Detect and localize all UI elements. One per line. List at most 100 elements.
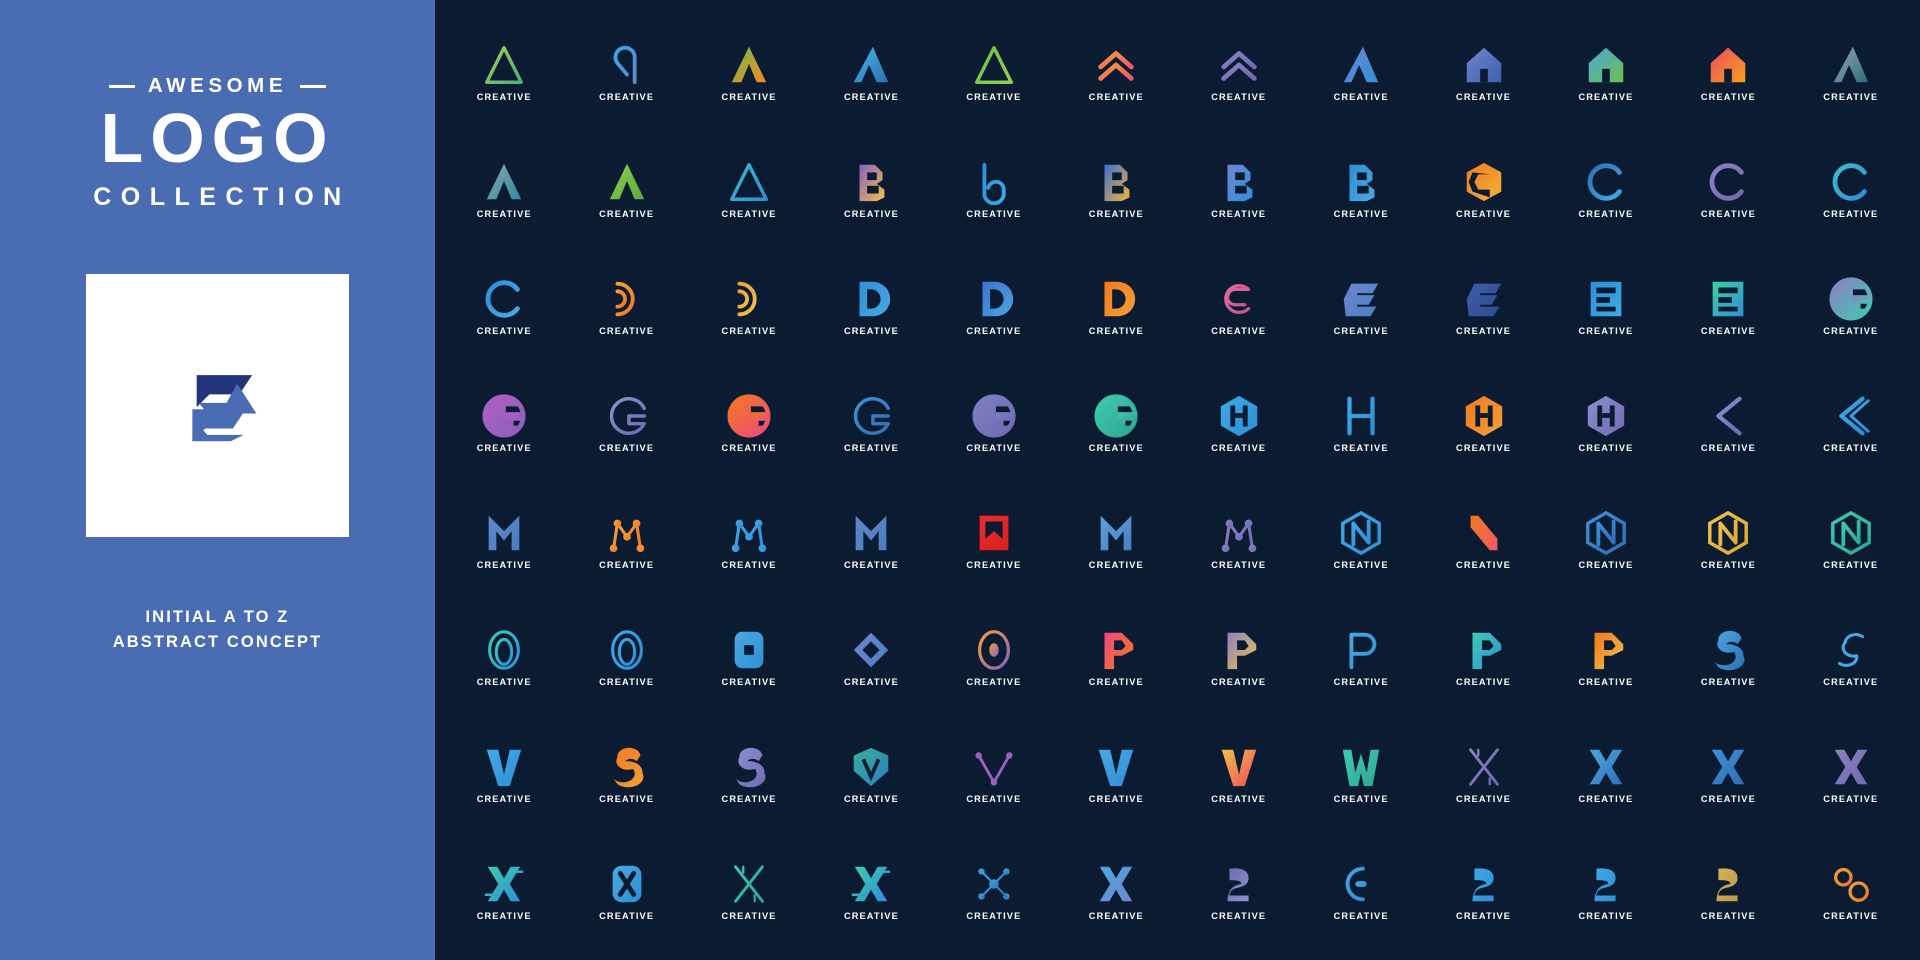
logo-card-a-5[interactable]: CREATIVE: [933, 14, 1055, 131]
logo-card-g-36[interactable]: CREATIVE: [1790, 248, 1912, 365]
sidebar-panel: AWESOME LOGO COLLECTION INITIAL A TO Z A…: [0, 0, 435, 960]
logo-card-s-71[interactable]: CREATIVE: [1667, 599, 1789, 716]
logo-card-x-86[interactable]: CREATIVE: [565, 833, 687, 950]
logo-card-o-62[interactable]: CREATIVE: [565, 599, 687, 716]
logo-card-a-10[interactable]: CREATIVE: [1545, 14, 1667, 131]
logo-card-b-20[interactable]: CREATIVE: [1300, 131, 1422, 248]
logo-card-v-76[interactable]: CREATIVE: [810, 716, 932, 833]
logo-card-x-90[interactable]: CREATIVE: [1055, 833, 1177, 950]
logo-card-z-93[interactable]: CREATIVE: [1422, 833, 1544, 950]
logo-card-p-68[interactable]: CREATIVE: [1300, 599, 1422, 716]
logo-card-a-3[interactable]: CREATIVE: [688, 14, 810, 131]
logo-card-m-52[interactable]: CREATIVE: [810, 482, 932, 599]
logo-card-o-61[interactable]: CREATIVE: [443, 599, 565, 716]
logo-card-a-15[interactable]: CREATIVE: [688, 131, 810, 248]
logo-card-o-64[interactable]: CREATIVE: [810, 599, 932, 716]
logo-card-z-94[interactable]: CREATIVE: [1545, 833, 1667, 950]
logo-card-v-73[interactable]: CREATIVE: [443, 716, 565, 833]
logo-card-c-23[interactable]: CREATIVE: [1667, 131, 1789, 248]
logo-card-a-14[interactable]: CREATIVE: [565, 131, 687, 248]
logo-card-a-4[interactable]: CREATIVE: [810, 14, 932, 131]
logo-card-a-12[interactable]: CREATIVE: [1790, 14, 1912, 131]
logo-card-n-58[interactable]: CREATIVE: [1545, 482, 1667, 599]
logo-card-z-95[interactable]: CREATIVE: [1667, 833, 1789, 950]
logo-card-k-48[interactable]: CREATIVE: [1790, 365, 1912, 482]
logo-card-k-47[interactable]: CREATIVE: [1667, 365, 1789, 482]
stripe-orange-icon: [1583, 627, 1629, 673]
logo-card-e-33[interactable]: CREATIVE: [1422, 248, 1544, 365]
logo-card-g-38[interactable]: CREATIVE: [565, 365, 687, 482]
logo-card-g-41[interactable]: CREATIVE: [933, 365, 1055, 482]
logo-card-s-74[interactable]: CREATIVE: [565, 716, 687, 833]
logo-card-d-29[interactable]: CREATIVE: [933, 248, 1055, 365]
logo-card-a-9[interactable]: CREATIVE: [1422, 14, 1544, 131]
logo-card-x-84[interactable]: CREATIVE: [1790, 716, 1912, 833]
logo-card-d-30[interactable]: CREATIVE: [1055, 248, 1177, 365]
logo-card-v-79[interactable]: CREATIVE: [1177, 716, 1299, 833]
logo-card-n-56[interactable]: CREATIVE: [1300, 482, 1422, 599]
logo-card-a-6[interactable]: CREATIVE: [1055, 14, 1177, 131]
logo-card-z-91[interactable]: CREATIVE: [1177, 833, 1299, 950]
logo-card-h-46[interactable]: CREATIVE: [1545, 365, 1667, 482]
logo-card-x-89[interactable]: CREATIVE: [933, 833, 1055, 950]
logo-card-v-77[interactable]: CREATIVE: [933, 716, 1055, 833]
logo-card-a-11[interactable]: CREATIVE: [1667, 14, 1789, 131]
logo-card-c-22[interactable]: CREATIVE: [1545, 131, 1667, 248]
logo-card-e-35[interactable]: CREATIVE: [1667, 248, 1789, 365]
logo-card-a-1[interactable]: CREATIVE: [443, 14, 565, 131]
logo-card-z-92[interactable]: CREATIVE: [1300, 833, 1422, 950]
logo-card-d-28[interactable]: CREATIVE: [810, 248, 932, 365]
logo-word-label: CREATIVE: [1456, 443, 1512, 454]
logo-card-m-53[interactable]: CREATIVE: [933, 482, 1055, 599]
logo-card-s-75[interactable]: CREATIVE: [688, 716, 810, 833]
logo-card-m-51[interactable]: CREATIVE: [688, 482, 810, 599]
logo-card-p-70[interactable]: CREATIVE: [1545, 599, 1667, 716]
logo-card-m-50[interactable]: CREATIVE: [565, 482, 687, 599]
logo-card-a-8[interactable]: CREATIVE: [1300, 14, 1422, 131]
logo-card-o-65[interactable]: CREATIVE: [933, 599, 1055, 716]
logo-card-n-59[interactable]: CREATIVE: [1667, 482, 1789, 599]
logo-card-x-88[interactable]: CREATIVE: [810, 833, 932, 950]
logo-card-a-7[interactable]: CREATIVE: [1177, 14, 1299, 131]
logo-card-x-82[interactable]: CREATIVE: [1545, 716, 1667, 833]
logo-card-m-49[interactable]: CREATIVE: [443, 482, 565, 599]
logo-card-e-32[interactable]: CREATIVE: [1300, 248, 1422, 365]
logo-card-m-54[interactable]: CREATIVE: [1055, 482, 1177, 599]
logo-card-p-67[interactable]: CREATIVE: [1177, 599, 1299, 716]
logo-word-label: CREATIVE: [843, 677, 899, 688]
logo-card-x-85[interactable]: CREATIVE: [443, 833, 565, 950]
logo-card-a-2[interactable]: CREATIVE: [565, 14, 687, 131]
logo-card-b-19[interactable]: CREATIVE: [1177, 131, 1299, 248]
logo-card-n-57[interactable]: CREATIVE: [1422, 482, 1544, 599]
logo-card-c-25[interactable]: CREATIVE: [443, 248, 565, 365]
logo-card-w-80[interactable]: CREATIVE: [1300, 716, 1422, 833]
logo-card-d-27[interactable]: CREATIVE: [688, 248, 810, 365]
logo-card-c-21[interactable]: CREATIVE: [1422, 131, 1544, 248]
logo-card-h-44[interactable]: CREATIVE: [1300, 365, 1422, 482]
logo-card-x-87[interactable]: CREATIVE: [688, 833, 810, 950]
logo-card-g-39[interactable]: CREATIVE: [688, 365, 810, 482]
logo-card-m-55[interactable]: CREATIVE: [1177, 482, 1299, 599]
logo-card-e-34[interactable]: CREATIVE: [1545, 248, 1667, 365]
logo-card-s-72[interactable]: CREATIVE: [1790, 599, 1912, 716]
logo-card-x-81[interactable]: CREATIVE: [1422, 716, 1544, 833]
logo-card-g-42[interactable]: CREATIVE: [1055, 365, 1177, 482]
logo-card-b-17[interactable]: CREATIVE: [933, 131, 1055, 248]
logo-card-c-24[interactable]: CREATIVE: [1790, 131, 1912, 248]
logo-card-g-37[interactable]: CREATIVE: [443, 365, 565, 482]
logo-card-g-40[interactable]: CREATIVE: [810, 365, 932, 482]
logo-card-b-18[interactable]: CREATIVE: [1055, 131, 1177, 248]
logo-card-p-66[interactable]: CREATIVE: [1055, 599, 1177, 716]
logo-card-x-83[interactable]: CREATIVE: [1667, 716, 1789, 833]
logo-card-v-78[interactable]: CREATIVE: [1055, 716, 1177, 833]
logo-card-h-43[interactable]: CREATIVE: [1177, 365, 1299, 482]
logo-card-o-63[interactable]: CREATIVE: [688, 599, 810, 716]
logo-card-z-96[interactable]: CREATIVE: [1790, 833, 1912, 950]
logo-card-b-16[interactable]: CREATIVE: [810, 131, 932, 248]
logo-card-h-45[interactable]: CREATIVE: [1422, 365, 1544, 482]
logo-card-n-60[interactable]: CREATIVE: [1790, 482, 1912, 599]
logo-card-a-13[interactable]: CREATIVE: [443, 131, 565, 248]
logo-card-p-69[interactable]: CREATIVE: [1422, 599, 1544, 716]
logo-card-d-26[interactable]: CREATIVE: [565, 248, 687, 365]
logo-card-e-31[interactable]: CREATIVE: [1177, 248, 1299, 365]
